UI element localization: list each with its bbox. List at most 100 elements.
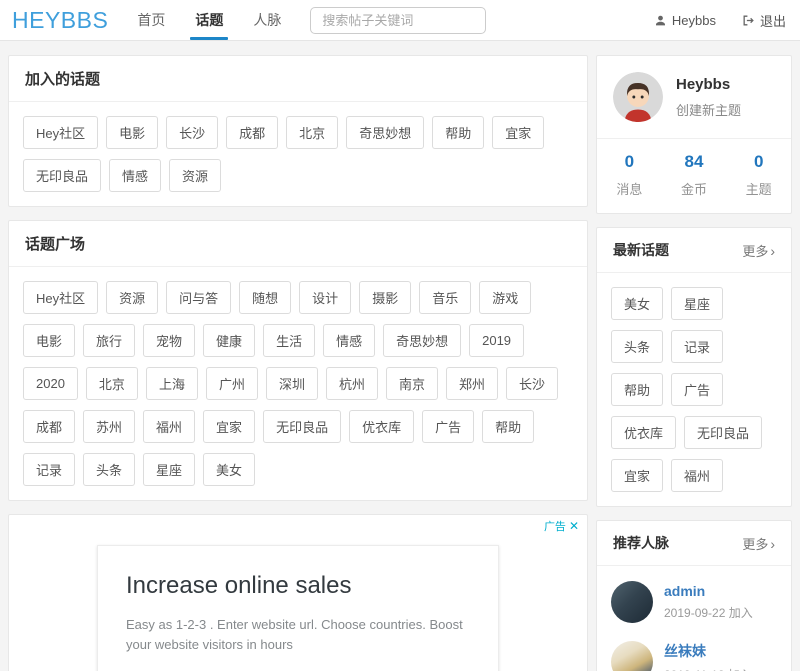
page-content: 加入的话题 Hey社区电影长沙成都北京奇思妙想帮助宜家无印良品情感资源 话题广场… — [0, 41, 800, 671]
topic-tag[interactable]: 广告 — [671, 373, 723, 406]
topic-tag[interactable]: 旅行 — [83, 324, 135, 357]
latest-topics-card: 最新话题 更多› 美女星座头条记录帮助广告优衣库无印良品宜家福州 — [596, 227, 792, 507]
user-name[interactable]: 丝袜妹 — [664, 641, 752, 661]
topic-tag[interactable]: 奇思妙想 — [383, 324, 461, 357]
stat-topics[interactable]: 0 主题 — [726, 152, 791, 198]
topic-tag[interactable]: 无印良品 — [263, 410, 341, 443]
topic-tag[interactable]: 上海 — [146, 367, 198, 400]
topic-tag[interactable]: 生活 — [263, 324, 315, 357]
topic-tag[interactable]: 苏州 — [83, 410, 135, 443]
chevron-right-icon: › — [770, 536, 775, 552]
stat-topics-value: 0 — [726, 152, 791, 172]
topic-tag[interactable]: 2019 — [469, 324, 524, 357]
recommended-people-more-link[interactable]: 更多› — [742, 534, 775, 553]
topic-tag[interactable]: 星座 — [671, 287, 723, 320]
topic-tag[interactable]: 广州 — [206, 367, 258, 400]
topic-plaza-card: 话题广场 Hey社区资源问与答随想设计摄影音乐游戏电影旅行宠物健康生活情感奇思妙… — [8, 220, 588, 501]
stat-messages[interactable]: 0 消息 — [597, 152, 662, 198]
topic-tag[interactable]: 南京 — [386, 367, 438, 400]
ad-tools: 广告 ✕ — [544, 518, 579, 534]
search-box — [310, 7, 486, 34]
topic-tag[interactable]: Hey社区 — [23, 281, 98, 314]
logout-icon — [742, 14, 755, 27]
ad-card: 广告 ✕ Increase online sales Easy as 1-2-3… — [8, 514, 588, 671]
topic-tag[interactable]: 长沙 — [166, 116, 218, 149]
nav-item-home[interactable]: 首页 — [122, 0, 180, 40]
topic-tag[interactable]: 资源 — [169, 159, 221, 192]
topic-tag[interactable]: 记录 — [23, 453, 75, 486]
stat-topics-label: 主题 — [726, 179, 791, 198]
topic-tag[interactable]: 电影 — [23, 324, 75, 357]
nav-item-topics[interactable]: 话题 — [180, 0, 238, 40]
topic-tag[interactable]: 北京 — [286, 116, 338, 149]
user-menu[interactable]: Heybbs — [654, 13, 716, 28]
main-column: 加入的话题 Hey社区电影长沙成都北京奇思妙想帮助宜家无印良品情感资源 话题广场… — [8, 55, 588, 671]
profile-stats: 0 消息 84 金币 0 主题 — [597, 139, 791, 213]
navbar-right: Heybbs 退出 — [654, 11, 790, 30]
search-input[interactable] — [310, 7, 486, 34]
topic-tag[interactable]: 资源 — [106, 281, 158, 314]
topic-tag[interactable]: 帮助 — [611, 373, 663, 406]
user-menu-label: Heybbs — [672, 13, 716, 28]
topic-tag[interactable]: 长沙 — [506, 367, 558, 400]
joined-topics-tags: Hey社区电影长沙成都北京奇思妙想帮助宜家无印良品情感资源 — [9, 102, 587, 206]
ad-creative: Increase online sales Easy as 1-2-3 . En… — [97, 545, 499, 671]
user-name[interactable]: admin — [664, 583, 753, 599]
topic-tag[interactable]: 头条 — [611, 330, 663, 363]
topic-tag[interactable]: 记录 — [671, 330, 723, 363]
topic-tag[interactable]: 宜家 — [492, 116, 544, 149]
topic-tag[interactable]: 随想 — [239, 281, 291, 314]
topic-tag[interactable]: 设计 — [299, 281, 351, 314]
user-list-item: 丝袜妹2019-11-12 加入 — [611, 632, 777, 671]
topic-tag[interactable]: 北京 — [86, 367, 138, 400]
chevron-right-icon: › — [770, 243, 775, 259]
topic-tag[interactable]: 无印良品 — [684, 416, 762, 449]
topic-tag[interactable]: 音乐 — [419, 281, 471, 314]
topic-tag[interactable]: 郑州 — [446, 367, 498, 400]
logout-button[interactable]: 退出 — [742, 11, 786, 30]
topic-tag[interactable]: 宠物 — [143, 324, 195, 357]
topic-plaza-title: 话题广场 — [9, 221, 587, 267]
topic-tag[interactable]: 宜家 — [203, 410, 255, 443]
topic-tag[interactable]: 广告 — [422, 410, 474, 443]
latest-topics-more-link[interactable]: 更多› — [742, 241, 775, 260]
topic-tag[interactable]: 游戏 — [479, 281, 531, 314]
site-logo[interactable]: HEYBBS — [12, 7, 108, 34]
topic-tag[interactable]: 摄影 — [359, 281, 411, 314]
nav-item-people[interactable]: 人脉 — [238, 0, 296, 40]
topic-tag[interactable]: Hey社区 — [23, 116, 98, 149]
topic-tag[interactable]: 2020 — [23, 367, 78, 400]
topic-tag[interactable]: 优衣库 — [611, 416, 676, 449]
topic-tag[interactable]: 无印良品 — [23, 159, 101, 192]
topic-tag[interactable]: 成都 — [226, 116, 278, 149]
topic-tag[interactable]: 杭州 — [326, 367, 378, 400]
create-topic-link[interactable]: 创建新主题 — [676, 100, 741, 119]
topic-tag[interactable]: 美女 — [203, 453, 255, 486]
topic-tag[interactable]: 优衣库 — [349, 410, 414, 443]
ad-description: Easy as 1-2-3 . Enter website url. Choos… — [126, 615, 470, 655]
topic-tag[interactable]: 问与答 — [166, 281, 231, 314]
profile-avatar[interactable] — [613, 72, 663, 122]
topic-tag[interactable]: 帮助 — [482, 410, 534, 443]
recommended-user-list: admin2019-09-22 加入丝袜妹2019-11-12 加入WEric2… — [597, 566, 791, 671]
topic-tag[interactable]: 健康 — [203, 324, 255, 357]
topic-tag[interactable]: 帮助 — [432, 116, 484, 149]
ad-close-icon[interactable]: ✕ — [569, 519, 579, 533]
topic-tag[interactable]: 深圳 — [266, 367, 318, 400]
topic-plaza-tags: Hey社区资源问与答随想设计摄影音乐游戏电影旅行宠物健康生活情感奇思妙想2019… — [9, 267, 587, 500]
topic-tag[interactable]: 美女 — [611, 287, 663, 320]
topic-tag[interactable]: 奇思妙想 — [346, 116, 424, 149]
topic-tag[interactable]: 情感 — [323, 324, 375, 357]
avatar[interactable] — [611, 641, 653, 671]
topic-tag[interactable]: 福州 — [671, 459, 723, 492]
topic-tag[interactable]: 情感 — [109, 159, 161, 192]
topic-tag[interactable]: 电影 — [106, 116, 158, 149]
topic-tag[interactable]: 福州 — [143, 410, 195, 443]
topic-tag[interactable]: 成都 — [23, 410, 75, 443]
topic-tag[interactable]: 星座 — [143, 453, 195, 486]
stat-messages-label: 消息 — [597, 179, 662, 198]
stat-coins[interactable]: 84 金币 — [662, 152, 727, 198]
topic-tag[interactable]: 头条 — [83, 453, 135, 486]
avatar[interactable] — [611, 581, 653, 623]
topic-tag[interactable]: 宜家 — [611, 459, 663, 492]
